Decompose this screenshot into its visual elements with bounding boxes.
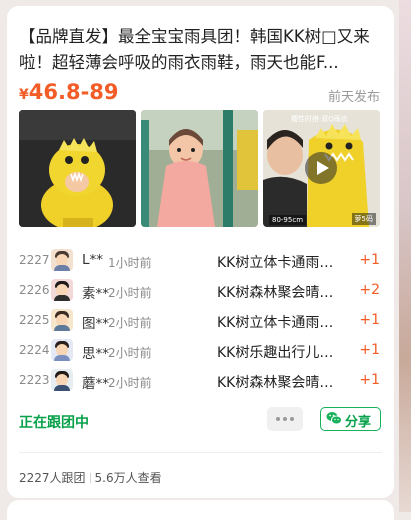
order-time: 2小时前 — [108, 286, 152, 300]
avatar — [51, 249, 73, 271]
order-qty: +1 — [359, 342, 380, 358]
order-product: KK树立体卡通雨… — [217, 315, 334, 331]
thumbnail-1[interactable] — [19, 110, 136, 227]
order-row[interactable]: 2227 L** 1小时前 KK树立体卡通雨… +1 — [7, 246, 394, 276]
order-user: 图** — [82, 316, 109, 332]
child-dino-raincoat-photo — [19, 110, 136, 227]
play-icon[interactable] — [305, 152, 337, 184]
thumbnail-3-video[interactable]: 樱性时搭·双Q雨衣 80-95cm 萝5码 — [263, 110, 380, 227]
order-qty: +1 — [359, 312, 380, 328]
order-product: KK树立体卡通雨… — [217, 255, 334, 271]
order-time: 2小时前 — [108, 316, 152, 330]
video-tag-caption: 萝5码 — [351, 213, 376, 225]
order-row[interactable]: 2225 图** 2小时前 KK树立体卡通雨… +1 — [7, 306, 394, 336]
order-row[interactable]: 2223 蘑** 2小时前 KK树森林聚会晴… +1 — [7, 366, 394, 396]
avatar — [51, 279, 73, 301]
order-user: 蘑** — [82, 376, 109, 392]
group-buy-card[interactable]: 【品牌直发】最全宝宝雨具团！韩国KK树□又来啦！超轻薄会呼吸的雨衣雨鞋，雨天也能… — [7, 6, 394, 498]
order-seq: 2226 — [19, 283, 50, 297]
order-product: KK树乐趣出行儿… — [217, 345, 334, 361]
order-time: 2小时前 — [108, 376, 152, 390]
price: ¥46.8-89 — [19, 80, 119, 104]
order-seq: 2223 — [19, 373, 50, 387]
order-time: 1小时前 — [108, 256, 152, 270]
order-user: 素** — [82, 286, 109, 302]
order-seq: 2224 — [19, 343, 50, 357]
share-button[interactable]: 分享 — [320, 407, 381, 431]
price-value: 46.8-89 — [28, 80, 119, 104]
avatar — [51, 339, 73, 361]
group-status: 正在跟团中 — [19, 415, 89, 431]
more-button[interactable] — [267, 407, 303, 431]
stats-separator — [89, 473, 91, 483]
price-symbol: ¥ — [19, 87, 29, 103]
order-row[interactable]: 2224 思** 2小时前 KK树乐趣出行儿… +1 — [7, 336, 394, 366]
avatar — [51, 369, 73, 391]
order-user: 思** — [82, 346, 109, 362]
wechat-icon — [326, 412, 342, 425]
order-seq: 2227 — [19, 253, 50, 267]
followers-count: 2227人跟团 — [19, 471, 86, 485]
divider — [19, 452, 382, 453]
product-title[interactable]: 【品牌直发】最全宝宝雨具团！韩国KK树□又来啦！超轻薄会呼吸的雨衣雨鞋，雨天也能… — [19, 24, 379, 76]
order-time: 2小时前 — [108, 346, 152, 360]
order-product: KK树森林聚会晴… — [217, 285, 334, 301]
order-qty: +2 — [359, 282, 380, 298]
video-brand-text: 樱性时搭·双Q雨衣 — [291, 115, 348, 123]
more-dots-icon — [276, 417, 280, 421]
group-stats: 2227人跟团 5.6万人查看 — [19, 469, 162, 486]
order-row[interactable]: 2226 素** 2小时前 KK树森林聚会晴… +2 — [7, 276, 394, 306]
order-qty: +1 — [359, 372, 380, 388]
avatar — [51, 309, 73, 331]
next-card-peek — [7, 500, 394, 520]
thumbnail-2[interactable] — [141, 110, 258, 227]
views-count: 5.6万人查看 — [94, 471, 162, 485]
order-user: L** — [82, 252, 104, 268]
order-seq: 2225 — [19, 313, 50, 327]
video-size-caption: 80-95cm — [269, 215, 307, 225]
order-product: KK树森林聚会晴… — [217, 375, 334, 391]
posted-time: 前天发布 — [327, 90, 380, 105]
girl-pink-raincoat-photo — [141, 110, 258, 227]
share-label: 分享 — [345, 415, 372, 430]
adjacent-content-edge — [399, 0, 411, 512]
order-qty: +1 — [359, 252, 380, 268]
